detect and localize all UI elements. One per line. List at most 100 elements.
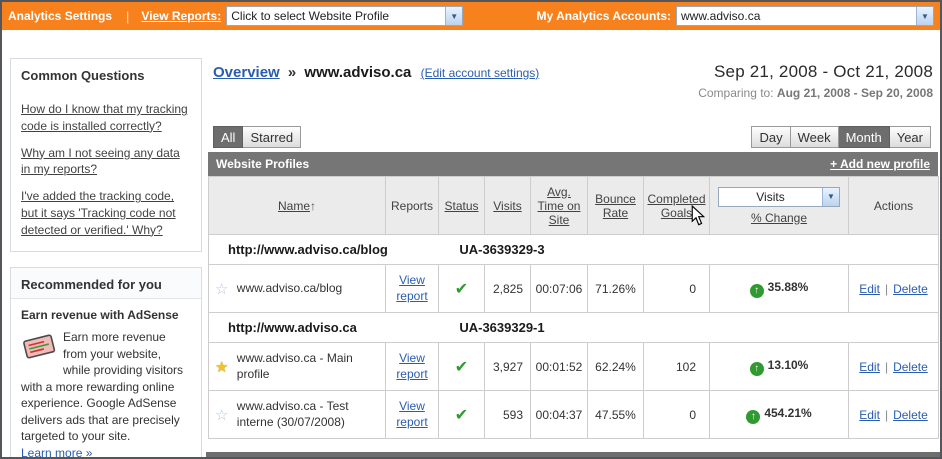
comparing-label: Comparing to:	[698, 86, 773, 100]
chevron-down-icon: ▼	[916, 7, 933, 25]
website-profiles-section: Website Profiles + Add new profile Name↑…	[208, 152, 938, 439]
star-filter-tabs: All Starred	[213, 126, 301, 148]
bounce-rate-value: 47.55%	[588, 391, 644, 439]
breadcrumb-separator: »	[284, 64, 300, 81]
tab-week[interactable]: Week	[791, 126, 839, 148]
edit-account-settings-link[interactable]: (Edit account settings)	[421, 66, 540, 80]
goals-value: 102	[644, 343, 710, 391]
adsense-heading: Earn revenue with AdSense	[21, 307, 191, 324]
delete-link[interactable]: Delete	[893, 360, 928, 374]
bounce-rate-value: 71.26%	[588, 265, 644, 313]
delete-link[interactable]: Delete	[893, 282, 928, 296]
avg-time-value: 00:01:52	[531, 343, 588, 391]
profile-name: www.adviso.ca - Main profile	[237, 351, 377, 382]
up-arrow-icon: ↑	[750, 362, 764, 376]
bounce-rate-value: 62.24%	[588, 343, 644, 391]
column-header-visits[interactable]: Visits	[485, 177, 531, 235]
view-reports-link[interactable]: View Reports:	[141, 9, 221, 23]
tab-day[interactable]: Day	[751, 126, 790, 148]
star-icon[interactable]: ☆	[215, 281, 228, 298]
comparing-range: Aug 21, 2008 - Sep 20, 2008	[777, 86, 933, 100]
chevron-down-icon: ▼	[822, 188, 839, 206]
table-bottom-edge	[206, 452, 940, 457]
group-site-name: http://www.adviso.ca	[228, 320, 456, 335]
profiles-table: Name↑ Reports Status Visits Avg. Time on…	[208, 176, 939, 439]
group-ua-code: UA-3639329-3	[459, 242, 544, 257]
table-row: ★ www.adviso.ca - Main profile View repo…	[209, 343, 939, 391]
sort-asc-icon: ↑	[310, 199, 316, 213]
question-link-not-verified[interactable]: I've added the tracking code, but it say…	[21, 188, 191, 238]
up-arrow-icon: ↑	[746, 410, 760, 424]
table-row: ☆ www.adviso.ca/blog View report ✔ 2,825…	[209, 265, 939, 313]
profile-name: www.adviso.ca/blog	[237, 281, 377, 297]
date-range-block: Sep 21, 2008 - Oct 21, 2008 Comparing to…	[698, 62, 933, 100]
pct-change-link[interactable]: % Change	[751, 211, 807, 225]
period-tabs: Day Week Month Year	[751, 126, 931, 148]
status-check-icon: ✔	[455, 407, 468, 424]
column-header-actions: Actions	[849, 177, 939, 235]
group-ua-code: UA-3639329-1	[459, 320, 544, 335]
pct-change-value: ↑454.21%	[710, 391, 849, 439]
goals-value: 0	[644, 391, 710, 439]
column-header-metric: Visits ▼ % Change	[710, 177, 849, 235]
edit-link[interactable]: Edit	[859, 282, 880, 296]
tab-month[interactable]: Month	[839, 126, 890, 148]
common-questions-panel: Common Questions How do I know that my t…	[10, 58, 202, 252]
column-header-completed-goals[interactable]: Completed Goals	[644, 177, 710, 235]
table-row: ☆ www.adviso.ca - Test interne (30/07/20…	[209, 391, 939, 439]
goals-value: 0	[644, 265, 710, 313]
tab-year[interactable]: Year	[890, 126, 931, 148]
column-header-status[interactable]: Status	[439, 177, 485, 235]
account-select[interactable]: www.adviso.ca ▼	[676, 6, 934, 26]
recommended-title: Recommended for you	[11, 268, 201, 299]
view-report-link[interactable]: View report	[392, 399, 432, 430]
breadcrumb-overview-link[interactable]: Overview	[213, 64, 280, 81]
avg-time-value: 00:07:06	[531, 265, 588, 313]
pct-change-value: ↑35.88%	[710, 265, 849, 313]
up-arrow-icon: ↑	[750, 284, 764, 298]
profile-group-row: http://www.adviso.ca UA-3639329-1	[209, 313, 939, 343]
my-accounts-label: My Analytics Accounts:	[537, 9, 671, 23]
common-questions-title: Common Questions	[11, 59, 201, 89]
recommended-panel: Recommended for you Earn revenue with Ad…	[10, 267, 202, 459]
question-link-tracking-installed[interactable]: How do I know that my tracking code is i…	[21, 101, 191, 135]
date-range: Sep 21, 2008 - Oct 21, 2008	[698, 62, 933, 82]
status-check-icon: ✔	[455, 281, 468, 298]
visits-value: 3,927	[485, 343, 531, 391]
edit-link[interactable]: Edit	[859, 360, 880, 374]
breadcrumb-account: www.adviso.ca	[304, 64, 411, 81]
avg-time-value: 00:04:37	[531, 391, 588, 439]
table-title: Website Profiles	[216, 157, 309, 171]
question-link-no-data[interactable]: Why am I not seeing any data in my repor…	[21, 145, 191, 179]
star-icon[interactable]: ★	[215, 359, 228, 376]
column-header-bounce-rate[interactable]: Bounce Rate	[588, 177, 644, 235]
column-header-avg-time[interactable]: Avg. Time on Site	[531, 177, 588, 235]
column-header-reports: Reports	[386, 177, 439, 235]
divider: |	[126, 9, 129, 24]
column-header-name[interactable]: Name↑	[209, 177, 386, 235]
tab-all[interactable]: All	[213, 126, 243, 148]
website-profile-select[interactable]: Click to select Website Profile ▼	[226, 6, 463, 26]
delete-link[interactable]: Delete	[893, 408, 928, 422]
analytics-settings-page: Analytics Settings | View Reports: Click…	[0, 0, 942, 459]
profile-name: www.adviso.ca - Test interne (30/07/2008…	[237, 399, 377, 430]
view-report-link[interactable]: View report	[392, 351, 432, 382]
add-new-profile-link[interactable]: + Add new profile	[830, 157, 930, 171]
metric-select[interactable]: Visits ▼	[718, 187, 840, 207]
top-bar: Analytics Settings | View Reports: Click…	[2, 2, 940, 30]
breadcrumb: Overview » www.adviso.ca (Edit account s…	[213, 64, 539, 81]
metric-select-value: Visits	[719, 188, 822, 206]
tab-starred[interactable]: Starred	[243, 126, 301, 148]
edit-link[interactable]: Edit	[859, 408, 880, 422]
learn-more-link[interactable]: Learn more »	[21, 446, 92, 459]
status-check-icon: ✔	[455, 359, 468, 376]
group-site-name: http://www.adviso.ca/blog	[228, 242, 456, 257]
star-icon[interactable]: ☆	[215, 407, 228, 424]
profile-group-row: http://www.adviso.ca/blog UA-3639329-3	[209, 235, 939, 265]
visits-value: 593	[485, 391, 531, 439]
website-profile-select-value: Click to select Website Profile	[227, 7, 445, 25]
table-title-bar: Website Profiles + Add new profile	[208, 152, 938, 176]
adsense-icon	[21, 332, 57, 365]
account-select-value: www.adviso.ca	[677, 7, 916, 25]
view-report-link[interactable]: View report	[392, 273, 432, 304]
